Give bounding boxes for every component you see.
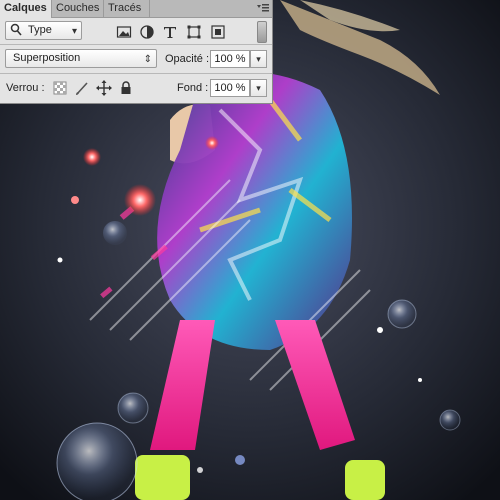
filter-toggle-switch[interactable] <box>257 21 267 43</box>
filter-type-select[interactable]: Type ▾ <box>5 21 82 40</box>
lock-position-icon[interactable] <box>96 80 112 96</box>
filter-smart-object-icon[interactable] <box>210 24 226 40</box>
chevron-updown-icon: ⇕ <box>143 54 152 65</box>
fill-input[interactable]: 100 % <box>210 79 250 97</box>
filter-pixel-layer-icon[interactable] <box>116 24 132 40</box>
lock-transparent-pixels-icon[interactable] <box>52 80 68 96</box>
fill-dropdown-button[interactable]: ▾ <box>250 79 267 97</box>
divider <box>0 73 272 74</box>
blend-row: Superposition ⇕ Opacité : 100 % ▾ <box>0 47 272 71</box>
panel-menu-icon[interactable] <box>256 2 270 14</box>
divider <box>0 44 272 45</box>
opacity-dropdown-button[interactable]: ▾ <box>250 50 267 68</box>
tab-traces[interactable]: Tracés <box>104 0 150 17</box>
filter-shape-layer-icon[interactable] <box>186 24 202 40</box>
tab-couches[interactable]: Couches <box>52 0 104 17</box>
lock-image-pixels-icon[interactable] <box>74 80 90 96</box>
layers-panel: Calques Couches Tracés Type ▾ Superposit… <box>0 0 273 104</box>
opacity-input[interactable]: 100 % <box>210 50 250 68</box>
lock-label: Verrou : <box>6 82 45 94</box>
filter-type-layer-icon[interactable] <box>162 24 178 40</box>
search-icon <box>10 23 22 37</box>
tab-calques[interactable]: Calques <box>0 0 52 18</box>
filter-row: Type ▾ <box>0 19 272 43</box>
fill-label: Fond : <box>177 82 209 94</box>
lock-row: Verrou : Fond : 100 % ▾ <box>0 76 272 100</box>
filter-adjustment-layer-icon[interactable] <box>139 24 155 40</box>
blend-mode-select[interactable]: Superposition ⇕ <box>5 49 157 68</box>
lock-all-icon[interactable] <box>118 80 134 96</box>
panel-tab-bar: Calques Couches Tracés <box>0 0 272 18</box>
opacity-label: Opacité : <box>165 53 210 65</box>
chevron-down-icon: ▾ <box>71 26 77 37</box>
